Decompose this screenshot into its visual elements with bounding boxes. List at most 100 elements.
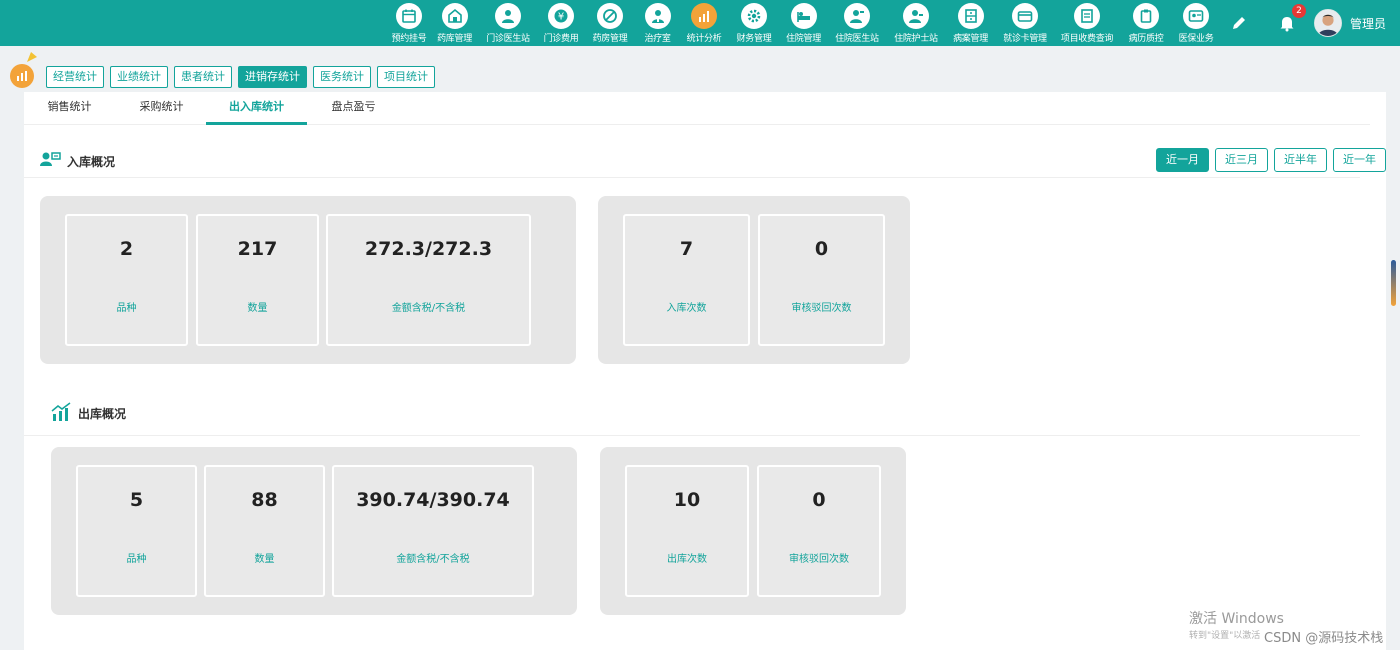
subtab-patient[interactable]: 患者统计: [174, 66, 232, 88]
range-6-months[interactable]: 近半年: [1274, 148, 1327, 172]
nav-item-visit-card[interactable]: 就诊卡管理: [996, 0, 1054, 46]
nav-label: 治疗室: [644, 34, 671, 44]
nav-item-inpatient[interactable]: 住院管理: [780, 0, 827, 46]
nav-label: 病案管理: [953, 34, 988, 44]
nav-item-pharmacy[interactable]: 药房管理: [585, 0, 635, 46]
nurse-card-icon: [903, 3, 929, 29]
nav-item-inpatient-nurse[interactable]: 住院护士站: [887, 0, 945, 46]
nav-label: 药房管理: [592, 34, 628, 44]
nurse-icon: [644, 3, 671, 29]
stat-value: 0: [812, 489, 826, 511]
notification-bell[interactable]: 2: [1276, 4, 1306, 34]
stat-value: 88: [251, 489, 278, 511]
inbound-rejected-card: 0 审核驳回次数: [758, 214, 885, 346]
nav-item-treatment[interactable]: 治疗室: [635, 0, 680, 46]
inbound-count-group: 7 入库次数 0 审核驳回次数: [598, 196, 910, 364]
clipboard-icon: [1133, 3, 1159, 29]
stat-label: 金额含税/不含税: [391, 303, 466, 314]
nav-label: 门诊费用: [543, 34, 579, 44]
tab-sales[interactable]: 销售统计: [32, 92, 107, 125]
nav-item-appointment[interactable]: 预约挂号: [388, 0, 430, 46]
subtab-performance[interactable]: 业绩统计: [110, 66, 168, 88]
stat-value: 217: [237, 238, 278, 260]
inbound-amount-card: 272.3/272.3 金额含税/不含税: [326, 214, 531, 346]
inbound-times-card: 7 入库次数: [623, 214, 750, 346]
tab-in-out-stock[interactable]: 出入库统计: [206, 92, 307, 125]
nav-label: 住院护士站: [894, 34, 938, 44]
nav-item-statistics[interactable]: 统计分析: [680, 0, 728, 46]
warehouse-icon: [441, 3, 468, 29]
nav-item-drug-warehouse[interactable]: 药库管理: [430, 0, 479, 46]
inbound-title: 入库概况: [67, 155, 116, 169]
stat-label: 入库次数: [666, 303, 707, 314]
inbound-variety-card: 2 品种: [65, 214, 188, 346]
nav-label: 药库管理: [437, 34, 472, 44]
stat-label: 审核驳回次数: [791, 303, 852, 314]
doctor-card-icon: [844, 3, 870, 29]
range-3-months[interactable]: 近三月: [1215, 148, 1268, 172]
flag-icon: [26, 48, 38, 62]
windows-activation-watermark: 激活 Windows: [1189, 611, 1284, 627]
stat-value: 7: [679, 238, 694, 260]
subtab-business[interactable]: 经营统计: [46, 66, 104, 88]
nav-item-inpatient-doctor[interactable]: 住院医生站: [827, 0, 887, 46]
stat-value: 5: [129, 489, 144, 511]
subtab-medical[interactable]: 医务统计: [313, 66, 371, 88]
id-card-icon: [1183, 3, 1209, 29]
nav-item-finance[interactable]: 财务管理: [728, 0, 780, 46]
top-nav-bar: 预约挂号 药库管理 门诊医生站 ¥ 门诊费用 药房管理 治疗室 统计分析 财务管…: [0, 0, 1400, 46]
outbound-amount-card: 390.74/390.74 金额含税/不含税: [332, 465, 534, 597]
nav-label: 财务管理: [736, 34, 772, 44]
nav-label: 门诊医生站: [486, 34, 530, 44]
nav-item-fee-query[interactable]: 项目收费查询: [1054, 0, 1120, 46]
trend-chart-icon: [51, 402, 73, 422]
nav-item-outpatient-doctor[interactable]: 门诊医生站: [479, 0, 537, 46]
outbound-section-header: 出库概况: [24, 394, 1360, 436]
stats-logo-icon: [10, 64, 34, 88]
gear-icon: [741, 3, 767, 29]
range-1-year[interactable]: 近一年: [1333, 148, 1386, 172]
notification-badge: 2: [1291, 4, 1306, 18]
content-panel: 销售统计 采购统计 出入库统计 盘点盈亏 入库概况 近一月 近三月 近半年 近一…: [24, 92, 1386, 650]
file-cabinet-icon: [957, 3, 984, 29]
stat-value: 390.74/390.74: [356, 489, 510, 511]
outbound-variety-card: 5 品种: [76, 465, 197, 597]
module-nav: 预约挂号 药库管理 门诊医生站 ¥ 门诊费用 药房管理 治疗室 统计分析 财务管…: [388, 0, 1220, 46]
pencil-icon[interactable]: [1228, 12, 1250, 34]
stat-value: 2: [119, 238, 134, 260]
outbound-times-card: 10 出库次数: [625, 465, 749, 597]
pill-icon: [597, 3, 623, 29]
nav-item-medical-insurance[interactable]: 医保业务: [1172, 0, 1220, 46]
tab-stocktake[interactable]: 盘点盈亏: [316, 92, 391, 125]
stat-label: 品种: [126, 554, 147, 565]
range-1-month[interactable]: 近一月: [1156, 148, 1209, 172]
stat-label: 数量: [254, 554, 275, 565]
scroll-indicator[interactable]: [1391, 260, 1396, 306]
nav-label: 统计分析: [686, 34, 722, 44]
date-range-buttons: 近一月 近三月 近半年 近一年: [1156, 148, 1386, 172]
subtab-project[interactable]: 项目统计: [377, 66, 435, 88]
nav-item-outpatient-fee[interactable]: ¥ 门诊费用: [537, 0, 585, 46]
tab-purchase[interactable]: 采购统计: [124, 92, 199, 125]
username[interactable]: 管理员: [1350, 15, 1386, 32]
stat-value: 272.3/272.3: [364, 238, 493, 260]
source-watermark: CSDN @源码技术栈: [1264, 631, 1384, 646]
svg-text:¥: ¥: [558, 12, 564, 23]
calendar-icon: [396, 3, 422, 29]
doctor-icon: [495, 3, 521, 29]
nav-label: 预约挂号: [391, 34, 427, 44]
nav-label: 医保业务: [1178, 34, 1214, 44]
stat-label: 数量: [247, 303, 268, 314]
outbound-quantity-card: 88 数量: [204, 465, 325, 597]
nav-label: 病历质控: [1128, 34, 1164, 44]
subtab-inventory[interactable]: 进销存统计: [238, 66, 307, 88]
stat-label: 金额含税/不含税: [396, 554, 470, 565]
outbound-rejected-card: 0 审核驳回次数: [757, 465, 881, 597]
nav-label: 就诊卡管理: [1003, 34, 1047, 44]
avatar[interactable]: [1313, 9, 1342, 37]
nav-item-medical-record[interactable]: 病案管理: [945, 0, 996, 46]
card-icon: [1012, 3, 1038, 29]
user-card-icon: [40, 150, 62, 170]
user-area: 2 管理员: [1228, 0, 1386, 46]
nav-item-quality-control[interactable]: 病历质控: [1120, 0, 1172, 46]
